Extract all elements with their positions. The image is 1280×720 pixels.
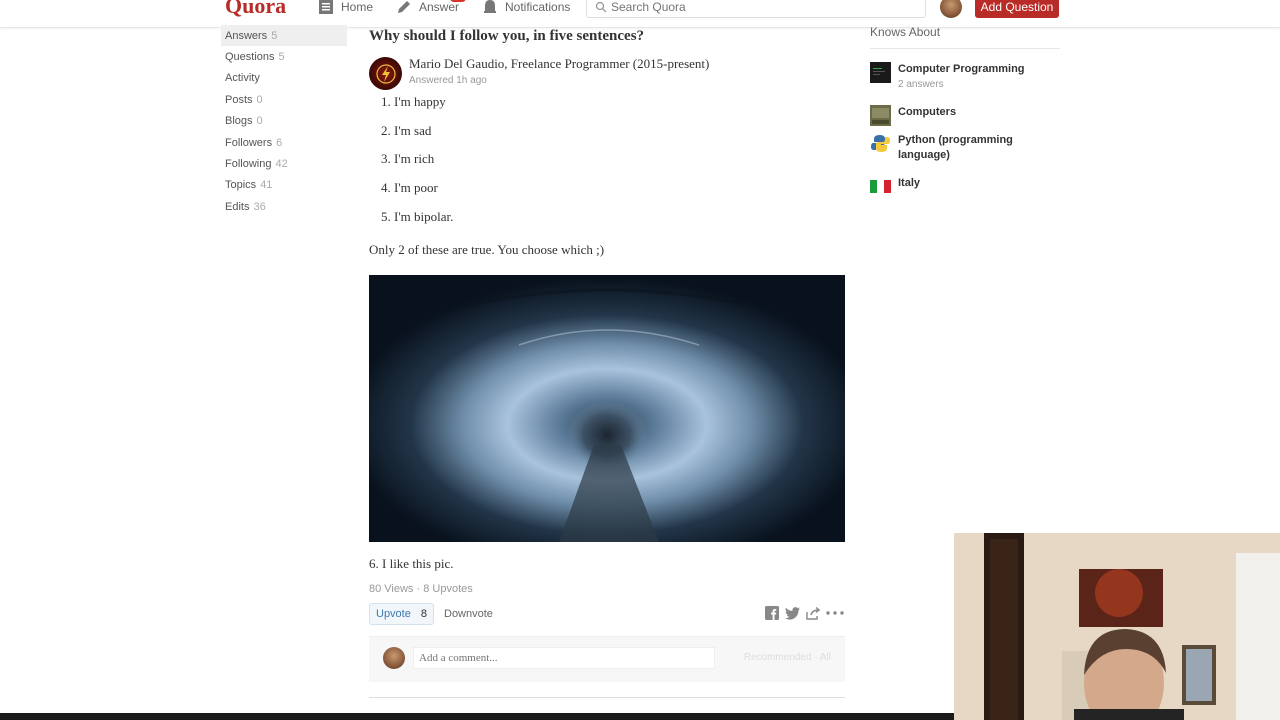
knows-about-title: Knows About bbox=[870, 25, 941, 39]
computer-icon bbox=[870, 105, 891, 126]
sidebar-item-topics[interactable]: Topics 41 bbox=[221, 175, 347, 196]
search-icon bbox=[595, 1, 607, 13]
nav-notifications[interactable]: Notifications bbox=[482, 0, 570, 14]
sidebar-item-followers[interactable]: Followers 6 bbox=[221, 132, 347, 153]
topic-item-python[interactable]: Python (programming language) bbox=[870, 133, 1028, 163]
topic-name: Python (programming language) bbox=[898, 134, 1013, 161]
author-avatar[interactable] bbox=[369, 57, 402, 90]
sidebar-item-activity[interactable]: Activity bbox=[221, 68, 347, 89]
share-icon[interactable] bbox=[806, 606, 820, 620]
answer-note: Only 2 of these are true. You choose whi… bbox=[369, 242, 605, 257]
quora-logo[interactable]: Quora bbox=[225, 0, 286, 19]
answered-timestamp[interactable]: Answered 1h ago bbox=[409, 75, 487, 86]
topic-item-italy[interactable]: Italy bbox=[870, 176, 1028, 197]
pencil-icon bbox=[398, 1, 410, 13]
list-item: 4. I'm poor bbox=[381, 180, 438, 196]
sidebar-item-blogs[interactable]: Blogs 0 bbox=[221, 111, 347, 132]
comment-input[interactable] bbox=[413, 647, 715, 669]
answer-notification-badge bbox=[450, 0, 466, 2]
italy-flag-icon bbox=[870, 180, 891, 193]
nav-home[interactable]: Home bbox=[318, 0, 373, 14]
topic-item-computer-programming[interactable]: Computer Programming 2 answers bbox=[870, 62, 1028, 92]
bell-icon bbox=[484, 0, 496, 13]
upvote-count: 8 bbox=[420, 608, 427, 620]
sidebar-item-questions[interactable]: Questions 5 bbox=[221, 46, 347, 67]
tunnel-image[interactable] bbox=[369, 275, 845, 542]
list-item: 2. I'm sad bbox=[381, 122, 432, 138]
nav-answer[interactable]: Answer bbox=[396, 0, 459, 14]
nav-notifications-label: Notifications bbox=[505, 0, 571, 14]
sidebar-item-posts[interactable]: Posts 0 bbox=[221, 89, 347, 110]
search-input[interactable] bbox=[611, 0, 911, 14]
bottom-edge bbox=[0, 713, 954, 720]
answer-stats[interactable]: 80 Views · 8 Upvotes bbox=[369, 583, 473, 595]
webcam-overlay bbox=[954, 533, 1280, 720]
list-item: 1. I'm happy bbox=[381, 94, 446, 109]
code-icon bbox=[870, 62, 891, 83]
facebook-icon[interactable] bbox=[765, 606, 779, 620]
search-box[interactable] bbox=[586, 0, 926, 18]
nav-home-label: Home bbox=[341, 0, 374, 14]
nav-answer-label: Answer bbox=[419, 0, 460, 14]
sidebar-item-edits[interactable]: Edits 36 bbox=[221, 196, 347, 217]
share-actions bbox=[765, 606, 844, 620]
twitter-icon[interactable] bbox=[785, 606, 800, 620]
sidebar-item-following[interactable]: Following 42 bbox=[221, 153, 347, 174]
python-icon bbox=[871, 135, 890, 152]
profile-sidebar: Answers 5 Questions 5 Activity Posts 0 Blog… bbox=[221, 25, 347, 218]
answer-separator bbox=[369, 697, 845, 698]
top-navigation-bar: Quora Home Answer Notifications Add Ques… bbox=[0, 0, 1280, 28]
topic-name: Italy bbox=[898, 177, 921, 189]
comment-sort-options[interactable]: Recommended · All bbox=[744, 652, 831, 663]
knows-about-divider bbox=[870, 48, 1060, 49]
lightning-bolt-icon bbox=[375, 63, 396, 84]
topic-name: Computers bbox=[898, 106, 957, 118]
downvote-button[interactable]: Downvote bbox=[444, 608, 493, 620]
author-name[interactable]: Mario Del Gaudio, Freelance Programmer (… bbox=[409, 56, 709, 72]
home-feed-icon bbox=[319, 0, 333, 14]
list-item: 3. I'm rich bbox=[381, 151, 435, 167]
upvote-button[interactable]: Upvote 8 bbox=[369, 603, 434, 625]
topic-answer-count: 2 answers bbox=[898, 79, 944, 90]
answer-closing-line: 6. I like this pic. bbox=[369, 556, 454, 571]
comment-user-avatar bbox=[383, 647, 405, 669]
user-avatar[interactable] bbox=[940, 0, 962, 18]
topic-name: Computer Programming bbox=[898, 63, 1025, 75]
comment-area: Recommended · All bbox=[369, 636, 845, 682]
more-options-icon[interactable] bbox=[826, 611, 844, 615]
answer-list: 1. I'm happy 2. I'm sad 3. I'm rich 4. I… bbox=[381, 94, 453, 237]
topic-item-computers[interactable]: Computers bbox=[870, 105, 1028, 126]
question-title[interactable]: Why should I follow you, in five sentenc… bbox=[369, 28, 644, 45]
sidebar-item-answers[interactable]: Answers 5 bbox=[221, 25, 347, 47]
add-question-button[interactable]: Add Question bbox=[975, 0, 1059, 18]
list-item: 5. I'm bipolar. bbox=[381, 208, 454, 224]
